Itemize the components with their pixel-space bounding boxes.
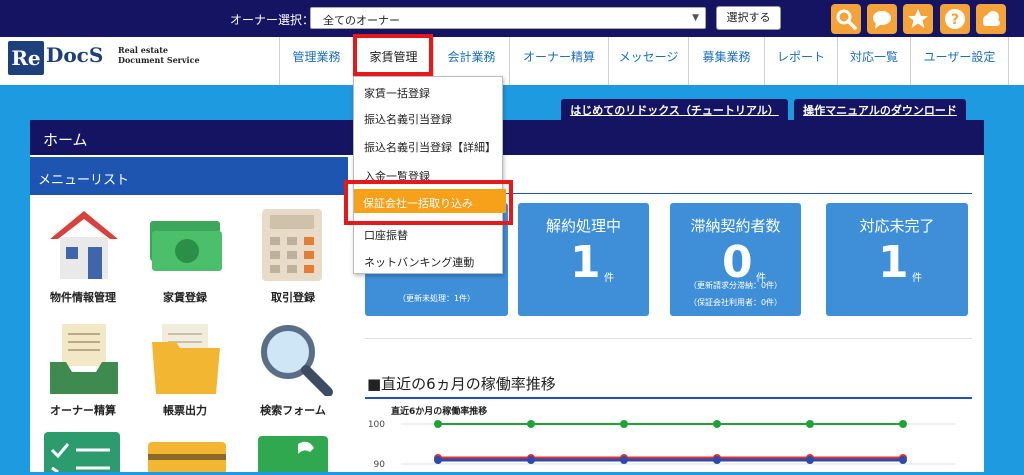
select-owner-button[interactable]: 選択する xyxy=(716,6,781,30)
chart-y-tick-label: 90 xyxy=(374,460,386,470)
folder-icon xyxy=(152,324,220,394)
house-icon xyxy=(50,211,118,279)
chart-point xyxy=(806,420,814,428)
money-icon xyxy=(150,221,222,271)
dropdown-item-yachin-ikkatsu[interactable]: 家賃一括登録 xyxy=(364,85,430,101)
chart-point xyxy=(806,456,814,464)
owner-select-value: 全てのオーナー xyxy=(323,14,400,27)
menu-tile-label: 取引登録 xyxy=(271,291,315,304)
nav-item-user-settings[interactable]: ユーザー設定 xyxy=(910,37,1009,85)
nav-item-report[interactable]: レポート xyxy=(764,37,837,85)
dropdown-item-furikomi-hikiate-detail[interactable]: 振込名義引当登録【詳細】 xyxy=(364,139,496,155)
checklist-icon[interactable] xyxy=(44,432,120,474)
logo-re-mark: Re xyxy=(8,41,44,75)
stat-card-title: 対応未完了 xyxy=(859,217,935,235)
chart-point xyxy=(899,420,907,428)
stat-card-sub: （更新請求分滞納：0件） xyxy=(688,281,783,290)
magnifier-icon xyxy=(261,325,333,396)
nav-item-boshu[interactable]: 募集業務 xyxy=(688,37,764,85)
logo-tagline-line2: Document Service xyxy=(118,55,200,65)
nav-item-taiou[interactable]: 対応一覧 xyxy=(837,37,910,85)
dropdown-item-koza-furikae[interactable]: 口座振替 xyxy=(364,227,408,243)
section-separator xyxy=(365,338,972,339)
search-icon[interactable] xyxy=(831,4,861,34)
section-title: ■直近の6ヵ月の稼働率推移 xyxy=(367,375,556,393)
nav-item-owner-seisan[interactable]: オーナー精算 xyxy=(509,37,608,85)
chart-point xyxy=(620,420,628,428)
nav-item-kanri[interactable]: 管理業務 xyxy=(279,37,353,85)
stat-card-value: 1 xyxy=(878,237,909,288)
menu-tile-bukken[interactable]: 物件情報管理 xyxy=(38,205,128,305)
owner-select-label: オーナー選択： xyxy=(230,13,315,27)
chart-point xyxy=(713,420,721,428)
stat-card-value: 1 xyxy=(570,237,601,288)
cloud-icon[interactable] xyxy=(976,4,1006,34)
stat-card-kaiyaku[interactable]: 解約処理中 1 件 xyxy=(518,203,649,316)
chart-title: 直近6か月の稼働率推移 xyxy=(391,405,487,417)
nav-item-message[interactable]: メッセージ xyxy=(608,37,688,85)
chart-point xyxy=(713,456,721,464)
page-title: ホーム xyxy=(43,131,88,149)
stat-card-unit: 件 xyxy=(604,273,614,284)
menu-tile-search-form[interactable]: 検索フォーム xyxy=(248,322,338,417)
card-icon[interactable] xyxy=(148,442,226,472)
redocs-logo[interactable]: Re DocS xyxy=(8,41,113,75)
menu-tile-label: 家賃登録 xyxy=(163,291,207,304)
section-underline xyxy=(365,397,972,399)
stat-card-taiou-mikanryo[interactable]: 対応未完了 1 件 xyxy=(826,203,968,316)
logo-docs-text: DocS xyxy=(46,43,104,67)
menu-tile-owner-seisan[interactable]: オーナー精算 xyxy=(38,322,128,417)
menu-tile-torihiki[interactable]: 取引登録 xyxy=(248,205,338,305)
stat-card-unit: 件 xyxy=(912,273,922,284)
chart-point xyxy=(899,456,907,464)
highlight-nav-yachin xyxy=(353,34,433,76)
stat-card-title: 解約処理中 xyxy=(545,217,621,235)
help-icon[interactable]: ? xyxy=(940,4,970,34)
chart-point xyxy=(620,456,628,464)
menu-tile-label: 物件情報管理 xyxy=(50,291,116,304)
chevron-down-icon: ▼ xyxy=(692,13,699,23)
yachin-dropdown-menu: 家賃一括登録 振込名義引当登録 振込名義引当登録【詳細】 入金一覧登録 口座振替… xyxy=(353,76,503,274)
logo-tagline-line1: Real estate xyxy=(118,45,169,55)
svg-text:?: ? xyxy=(951,12,959,28)
owner-select[interactable]: 全てのオーナー ▼ xyxy=(310,7,706,29)
menu-tile-yachin[interactable]: 家賃登録 xyxy=(140,205,230,305)
chat-icon[interactable] xyxy=(867,4,897,34)
occupancy-chart: 直近6か月の稼働率推移 100 90 xyxy=(368,405,955,470)
dropdown-item-furikomi-hikiate[interactable]: 振込名義引当登録 xyxy=(364,111,452,127)
menu-tile-label: 帳票出力 xyxy=(163,404,207,417)
chart-y-tick-label: 100 xyxy=(368,420,385,430)
chart-point xyxy=(527,420,535,428)
highlight-dropdown-selected xyxy=(344,180,513,225)
menu-list-title: メニューリスト xyxy=(38,173,130,188)
chart-point xyxy=(527,456,535,464)
logo-tagline: Real estate Document Service xyxy=(118,45,200,65)
menu-tile-label: オーナー精算 xyxy=(50,404,116,417)
stat-card-tainou[interactable]: 滞納契約者数 0 件 （更新請求分滞納：0件） （保証会社利用者：0件） xyxy=(670,203,801,316)
star-icon[interactable] xyxy=(903,4,933,34)
menu-tile-chohyo[interactable]: 帳票出力 xyxy=(140,322,230,417)
chart-point xyxy=(434,456,442,464)
dropdown-item-net-banking[interactable]: ネットバンキング連動 xyxy=(364,254,474,270)
stat-card-sub: （更新未処理：1件） xyxy=(397,294,476,303)
menu-tile-label: 検索フォーム xyxy=(260,404,326,417)
dinosaur-icon[interactable] xyxy=(258,436,328,472)
stat-card-title: 滞納契約者数 xyxy=(690,217,781,235)
stat-card-sub: （保証会社利用者：0件） xyxy=(688,298,783,307)
chart-point xyxy=(434,420,442,428)
home-header xyxy=(30,120,984,155)
inbox-tray-icon xyxy=(50,324,118,394)
calculator-icon xyxy=(262,209,322,281)
